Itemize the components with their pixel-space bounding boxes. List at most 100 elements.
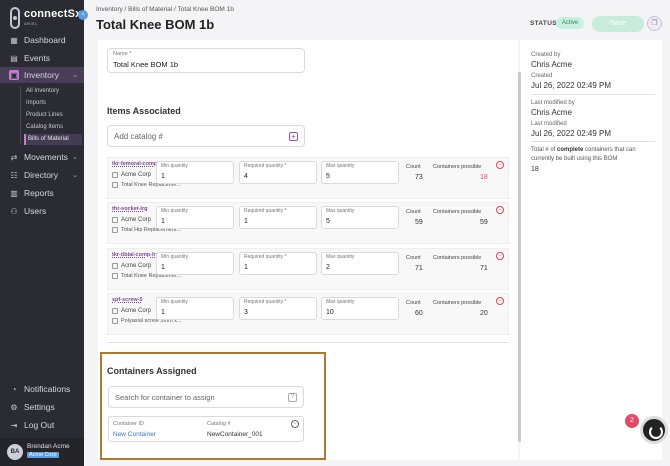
item-catalog-link[interactable]: tkr-tibial-comp-lrg xyxy=(112,252,159,258)
container-search-input[interactable]: Search for container to assign ? xyxy=(108,386,304,408)
created-by-label: Created by xyxy=(531,52,561,58)
container-search-placeholder: Search for container to assign xyxy=(115,393,215,402)
people-icon: ☷ xyxy=(10,170,18,180)
subnav-imports[interactable]: Imports xyxy=(24,98,82,109)
breadcrumb[interactable]: Inventory / Bills of Material / Total Kn… xyxy=(96,6,234,13)
max-quantity-field[interactable]: Max quantity 5 xyxy=(321,206,399,229)
container-id-link[interactable]: New Container xyxy=(113,431,156,438)
required-quantity-label: Required quantity * xyxy=(244,163,287,169)
company-icon xyxy=(112,172,118,178)
save-button[interactable]: Save xyxy=(592,16,644,32)
help-icon[interactable]: ? xyxy=(288,393,297,402)
box-icon: ▣ xyxy=(9,70,19,80)
user-profile[interactable]: BA Brendan Acme Acme Corp xyxy=(0,438,84,466)
sidebar-item-events[interactable]: ▤ Events xyxy=(0,50,84,66)
count-value: 60 xyxy=(415,310,423,317)
max-quantity-label: Max quantity xyxy=(326,254,355,260)
required-quantity-value: 1 xyxy=(244,264,248,271)
count-value: 59 xyxy=(415,219,423,226)
required-quantity-label: Required quantity * xyxy=(244,299,287,305)
doc-icon xyxy=(112,273,118,279)
required-quantity-field[interactable]: Required quantity * 1 xyxy=(239,206,317,229)
required-quantity-field[interactable]: Required quantity * 1 xyxy=(239,252,317,275)
max-quantity-label: Max quantity xyxy=(326,208,355,214)
company-icon xyxy=(112,217,118,223)
min-quantity-field[interactable]: Min quantity 1 xyxy=(156,297,234,320)
max-quantity-field[interactable]: Max quantity 5 xyxy=(321,161,399,184)
created-label: Created xyxy=(531,73,553,79)
company-icon xyxy=(112,308,118,314)
avatar: BA xyxy=(7,444,23,460)
max-quantity-label: Max quantity xyxy=(326,299,355,305)
max-quantity-value: 2 xyxy=(326,264,330,271)
min-quantity-field[interactable]: Min quantity 1 xyxy=(156,206,234,229)
app-logo[interactable]: connectSx ARIEL xyxy=(8,6,81,30)
subnav-catalog-items[interactable]: Catalog Items xyxy=(24,122,82,133)
count-value: 73 xyxy=(415,174,423,181)
add-icon[interactable]: + xyxy=(289,132,298,141)
remove-icon[interactable]: − xyxy=(496,161,504,169)
items-section-title: Items Associated xyxy=(107,106,181,116)
users-icon: ⚇ xyxy=(10,206,18,216)
doc-icon xyxy=(112,227,118,233)
calendar-icon: ▤ xyxy=(10,53,18,63)
subnav-line xyxy=(20,86,21,144)
scrollbar[interactable] xyxy=(518,72,521,442)
remove-icon[interactable]: − xyxy=(496,297,504,305)
status-badge[interactable]: Active xyxy=(556,17,584,29)
max-quantity-value: 5 xyxy=(326,218,330,225)
sidebar-item-dashboard[interactable]: ▦ Dashboard xyxy=(0,32,84,48)
remove-icon[interactable]: − xyxy=(496,252,504,260)
notification-count-badge: 2 xyxy=(625,414,639,428)
sidebar-item-users[interactable]: ⚇ Users xyxy=(0,203,84,219)
subnav-bills-of-material[interactable]: Bills of Material xyxy=(24,134,82,145)
min-quantity-field[interactable]: Min quantity 1 xyxy=(156,252,234,275)
item-corp-text: Acme Corp xyxy=(121,217,152,223)
item-corp: Acme Corp xyxy=(112,172,151,178)
item-catalog-link[interactable]: thr-socket-lrg xyxy=(112,206,147,212)
name-field[interactable]: Name * Total Knee BOM 1b xyxy=(107,48,305,73)
sidebar-item-label: Inventory xyxy=(24,70,59,80)
count-label: Count xyxy=(406,300,421,306)
created-by-value: Chris Acme xyxy=(531,60,572,69)
item-corp: Acme Corp xyxy=(112,263,151,269)
add-catalog-input[interactable]: Add catalog # + xyxy=(107,125,305,147)
subnav-all-inventory[interactable]: All Inventory xyxy=(24,86,82,97)
min-quantity-field[interactable]: Min quantity 1 xyxy=(156,161,234,184)
help-chat-button[interactable] xyxy=(640,416,668,444)
item-corp: Acme Corp xyxy=(112,217,151,223)
collapse-sidebar-button[interactable]: ‹ xyxy=(78,10,88,20)
containers-possible-value: 20 xyxy=(480,310,488,317)
sidebar-item-settings[interactable]: ⚙ Settings xyxy=(0,399,84,415)
remove-container-icon[interactable]: − xyxy=(291,420,299,428)
sidebar-item-label: Events xyxy=(24,53,50,63)
sidebar-item-movements[interactable]: ⇄ Movements ⌄ xyxy=(0,149,84,165)
required-quantity-field[interactable]: Required quantity * 3 xyxy=(239,297,317,320)
doc-icon xyxy=(112,318,118,324)
table-row: tkr-tibial-comp-lrg Acme Corp Total Knee… xyxy=(107,248,509,290)
sidebar-item-reports[interactable]: ▥ Reports xyxy=(0,185,84,201)
table-row: tkr-femoral-comp-sml Acme Corp Total Kne… xyxy=(107,157,509,199)
sidebar-item-inventory[interactable]: ▣ Inventory ⌄ xyxy=(0,67,84,83)
min-quantity-label: Min quantity xyxy=(161,299,188,305)
item-corp-text: Acme Corp xyxy=(121,172,152,178)
sidebar-item-notifications[interactable]: ◔ Notifications xyxy=(0,381,84,397)
min-quantity-label: Min quantity xyxy=(161,254,188,260)
item-catalog-link[interactable]: spf-screw-5 xyxy=(112,297,143,303)
sidebar-item-label: Dashboard xyxy=(24,35,66,45)
required-quantity-field[interactable]: Required quantity * 4 xyxy=(239,161,317,184)
subnav-product-lines[interactable]: Product Lines xyxy=(24,110,82,121)
max-quantity-field[interactable]: Max quantity 10 xyxy=(321,297,399,320)
containers-possible-value: 71 xyxy=(480,265,488,272)
sidebar-item-directory[interactable]: ☷ Directory ⌄ xyxy=(0,167,84,183)
sidebar-item-label: Users xyxy=(24,206,47,216)
max-quantity-field[interactable]: Max quantity 2 xyxy=(321,252,399,275)
sidebar-item-logout[interactable]: ⇥ Log Out xyxy=(0,417,84,433)
meta-divider xyxy=(531,141,655,142)
required-quantity-label: Required quantity * xyxy=(244,208,287,214)
modified-by-label: Last modified by xyxy=(531,100,575,106)
modified-by-value: Chris Acme xyxy=(531,108,572,117)
name-field-label: Name * xyxy=(113,51,132,57)
copy-icon[interactable]: ❐ xyxy=(647,16,662,31)
remove-icon[interactable]: − xyxy=(496,206,504,214)
